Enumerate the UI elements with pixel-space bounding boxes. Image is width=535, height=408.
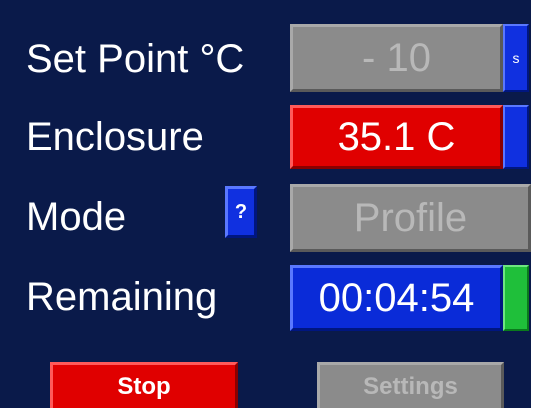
control-panel: Set Point °C - 10 s Enclosure 35.1 C Mod… <box>0 0 535 408</box>
remaining-time-display: 00:04:54 <box>290 265 503 331</box>
enclosure-label: Enclosure <box>26 115 204 159</box>
set-point-label: Set Point °C <box>26 37 245 81</box>
remaining-status-indicator <box>503 265 529 331</box>
mode-help-button[interactable]: ? <box>225 186 257 238</box>
mode-label: Mode <box>26 195 127 239</box>
remaining-label: Remaining <box>26 275 218 319</box>
settings-button[interactable]: Settings <box>317 362 504 408</box>
enclosure-temperature-display: 35.1 C <box>290 105 503 169</box>
mode-profile-button[interactable]: Profile <box>290 184 531 252</box>
set-point-field[interactable]: - 10 <box>290 24 503 92</box>
set-point-s-button[interactable]: s <box>503 24 529 92</box>
stop-button[interactable]: Stop <box>50 362 238 408</box>
enclosure-side-button[interactable] <box>503 105 529 169</box>
